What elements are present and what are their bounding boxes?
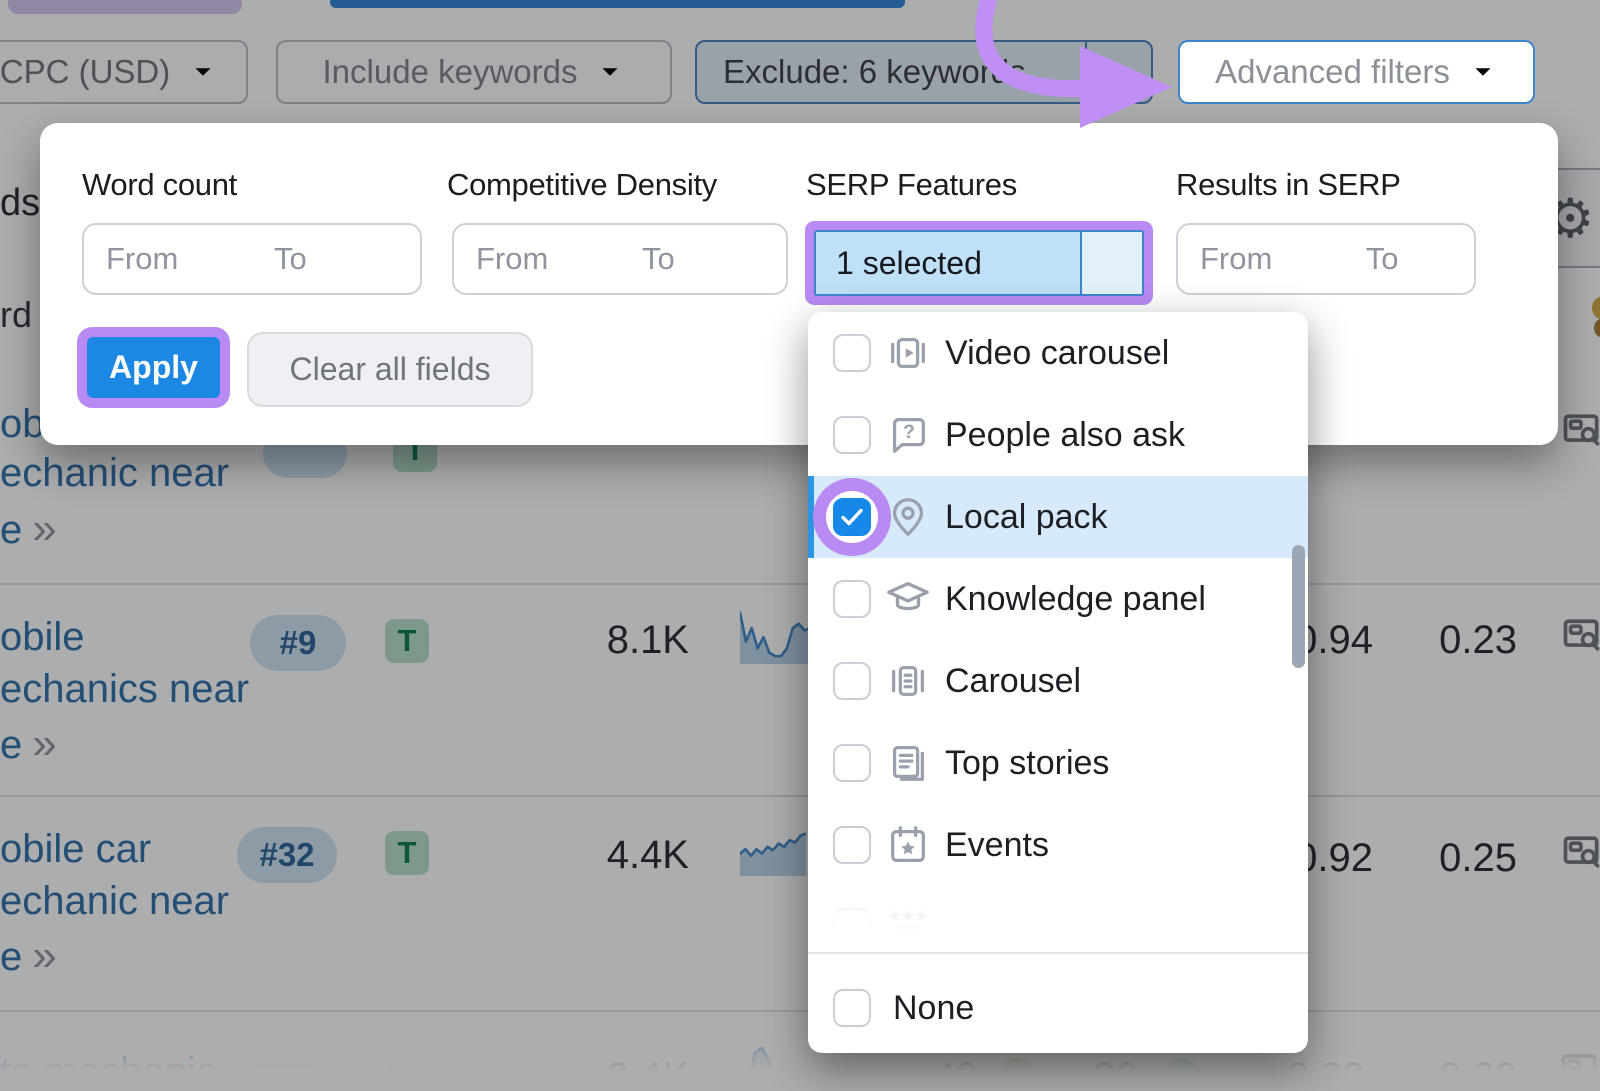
competitive-density-from-input[interactable] [454,225,620,293]
serp-features-label: SERP Features [806,167,1017,203]
reviews-stars-icon [885,904,931,950]
checkbox[interactable] [833,416,871,454]
option-label: Events [945,826,1049,865]
advanced-filters-label: Advanced filters [1215,53,1450,91]
close-icon [1096,247,1128,279]
serp-feature-option-events[interactable]: Events [808,804,1308,886]
serp-feature-option-knowledge-panel[interactable]: Knowledge panel [808,558,1308,640]
apply-button[interactable]: Apply [87,337,220,398]
knowledge-panel-icon [885,576,931,622]
option-label: Local pack [945,498,1108,537]
serp-feature-option-people-also-ask[interactable]: People also ask [808,394,1308,476]
word-count-label: Word count [82,167,237,203]
checkbox[interactable] [833,744,871,782]
annotation-arrow [880,0,1200,140]
carousel-icon [885,658,931,704]
serp-features-selected-value: 1 selected [816,232,1080,294]
checkbox[interactable] [833,662,871,700]
word-count-from-input[interactable] [84,225,252,293]
keyword-tool-screen: CPC (USD) Include keywords Exclude: 6 ke… [0,0,1600,1091]
dropdown-separator [808,952,1308,954]
option-label: People also ask [945,416,1185,455]
serp-feature-option-local-pack[interactable]: Local pack [808,476,1308,558]
advanced-filters-button[interactable]: Advanced filters [1178,40,1535,104]
serp-feature-option-top-stories[interactable]: Top stories [808,722,1308,804]
word-count-to-input[interactable] [252,225,420,293]
local-pack-icon [885,494,931,540]
serp-features-select[interactable]: 1 selected [814,230,1144,296]
serp-feature-option-partial[interactable] [808,886,1308,968]
serp-features-dropdown: Video carousel People also ask Local pack K… [808,312,1308,1053]
events-icon [885,822,931,868]
competitive-density-label: Competitive Density [447,167,717,203]
option-label: Knowledge panel [945,580,1206,619]
results-in-serp-from-input[interactable] [1178,225,1344,293]
serp-features-clear-button[interactable] [1080,232,1142,294]
checkbox[interactable] [833,498,871,536]
option-label: Video carousel [945,334,1169,373]
checkbox[interactable] [833,826,871,864]
competitive-density-range [452,223,788,295]
people-also-ask-icon [885,412,931,458]
option-label: Top stories [945,744,1109,783]
checkbox[interactable] [833,908,871,946]
results-in-serp-label: Results in SERP [1176,167,1401,203]
results-in-serp-to-input[interactable] [1344,225,1474,293]
chevron-down-icon [1468,57,1498,87]
serp-feature-option-carousel[interactable]: Carousel [808,640,1308,722]
word-count-range [82,223,422,295]
clear-all-fields-button[interactable]: Clear all fields [247,332,533,407]
checkbox[interactable] [833,580,871,618]
checkbox[interactable] [833,989,871,1027]
serp-feature-option-none[interactable]: None [808,967,1308,1049]
checkbox[interactable] [833,334,871,372]
video-carousel-icon [885,330,931,376]
option-label: Carousel [945,662,1081,701]
competitive-density-to-input[interactable] [620,225,786,293]
advanced-filters-panel: Word count Competitive Density SERP Feat… [40,123,1558,445]
option-label: None [893,989,974,1028]
dropdown-scrollbar[interactable] [1292,545,1305,668]
results-in-serp-range [1176,223,1476,295]
checkmark-icon [835,500,869,534]
top-stories-icon [885,740,931,786]
serp-feature-option-video-carousel[interactable]: Video carousel [808,312,1308,394]
